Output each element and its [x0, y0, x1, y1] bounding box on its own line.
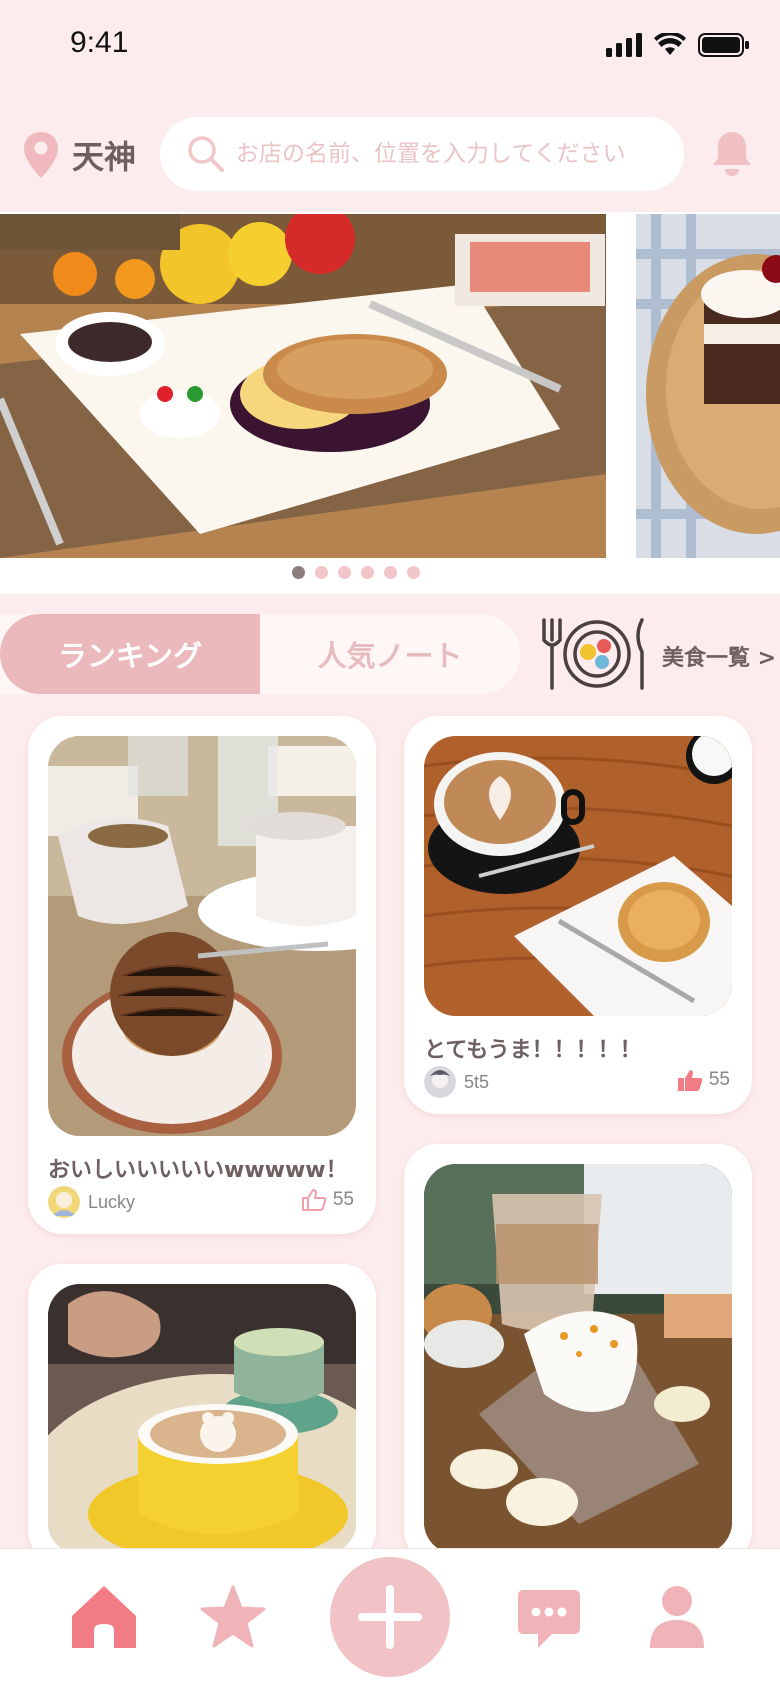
- post-photo[interactable]: [48, 736, 356, 1136]
- like-counter[interactable]: 55: [301, 1188, 354, 1212]
- status-icons: [606, 30, 750, 60]
- pancake-photo: [0, 214, 606, 558]
- post-title: とてもうま！！！！！: [424, 1038, 642, 1063]
- battery-icon: [698, 33, 749, 57]
- search-bar[interactable]: [160, 117, 684, 191]
- carousel-dot[interactable]: [338, 566, 351, 579]
- author-name: Lucky: [88, 1191, 136, 1212]
- feed-tabs: ランキング 人気ノート: [0, 614, 520, 694]
- food-plate-icon[interactable]: [538, 616, 656, 692]
- post-photo[interactable]: [424, 1164, 732, 1554]
- carousel-dot[interactable]: [361, 566, 374, 579]
- tab-ranking[interactable]: ランキング: [0, 614, 260, 694]
- post-card[interactable]: とてもうま！！！！！ 5t5 55: [404, 716, 752, 1114]
- carousel-dots[interactable]: [292, 566, 420, 579]
- carousel-dot[interactable]: [292, 566, 305, 579]
- banner-slide-cake[interactable]: [636, 214, 780, 558]
- latte-photo: [424, 736, 732, 1016]
- status-bar: 9:41: [0, 0, 780, 92]
- cake-photo: [636, 214, 780, 558]
- status-time: 9:41: [70, 26, 129, 59]
- post-photo[interactable]: [48, 1284, 356, 1554]
- signal-icon: [606, 33, 642, 57]
- chiffon-cake-photo: [424, 1164, 732, 1554]
- post-card[interactable]: おいしいいいいいwwwww！ Lucky 55: [28, 716, 376, 1234]
- avatar: [424, 1066, 456, 1098]
- carousel-dot[interactable]: [315, 566, 328, 579]
- food-list-link[interactable]: 美食一覧 >: [662, 640, 776, 672]
- notification-bell-icon[interactable]: [710, 128, 754, 176]
- post-author[interactable]: Lucky: [48, 1186, 135, 1218]
- add-post-button[interactable]: [330, 1557, 450, 1677]
- search-icon: [188, 136, 224, 172]
- author-name: 5t5: [464, 1071, 490, 1092]
- mont-blanc-photo: [48, 736, 356, 1136]
- post-card[interactable]: [404, 1144, 752, 1564]
- like-counter[interactable]: 55: [677, 1068, 730, 1092]
- carousel-dot[interactable]: [384, 566, 397, 579]
- search-input[interactable]: [236, 141, 676, 167]
- thumbs-up-outline-icon[interactable]: [301, 1188, 327, 1212]
- plus-icon: [358, 1585, 422, 1649]
- tab-popular-notes[interactable]: 人気ノート: [260, 614, 520, 694]
- home-icon[interactable]: [70, 1584, 138, 1650]
- post-photo[interactable]: [424, 736, 732, 1016]
- chat-icon[interactable]: [516, 1588, 582, 1650]
- location-pin-icon[interactable]: [22, 130, 60, 180]
- bear-latte-photo: [48, 1284, 356, 1554]
- carousel-dot[interactable]: [407, 566, 420, 579]
- avatar: [48, 1186, 80, 1218]
- location-label[interactable]: 天神: [72, 132, 136, 178]
- like-count: 55: [332, 1189, 354, 1210]
- banner-slide-pancake[interactable]: [0, 214, 606, 558]
- star-icon[interactable]: [200, 1585, 266, 1649]
- thumbs-up-filled-icon[interactable]: [677, 1068, 703, 1092]
- post-card[interactable]: [28, 1264, 376, 1564]
- profile-icon[interactable]: [648, 1584, 706, 1650]
- header: 天神: [0, 92, 780, 210]
- banner-carousel[interactable]: [0, 212, 780, 594]
- wifi-icon: [654, 33, 686, 55]
- post-title: おいしいいいいいwwwww！: [48, 1158, 348, 1183]
- like-count: 55: [708, 1069, 730, 1090]
- post-author[interactable]: 5t5: [424, 1066, 489, 1098]
